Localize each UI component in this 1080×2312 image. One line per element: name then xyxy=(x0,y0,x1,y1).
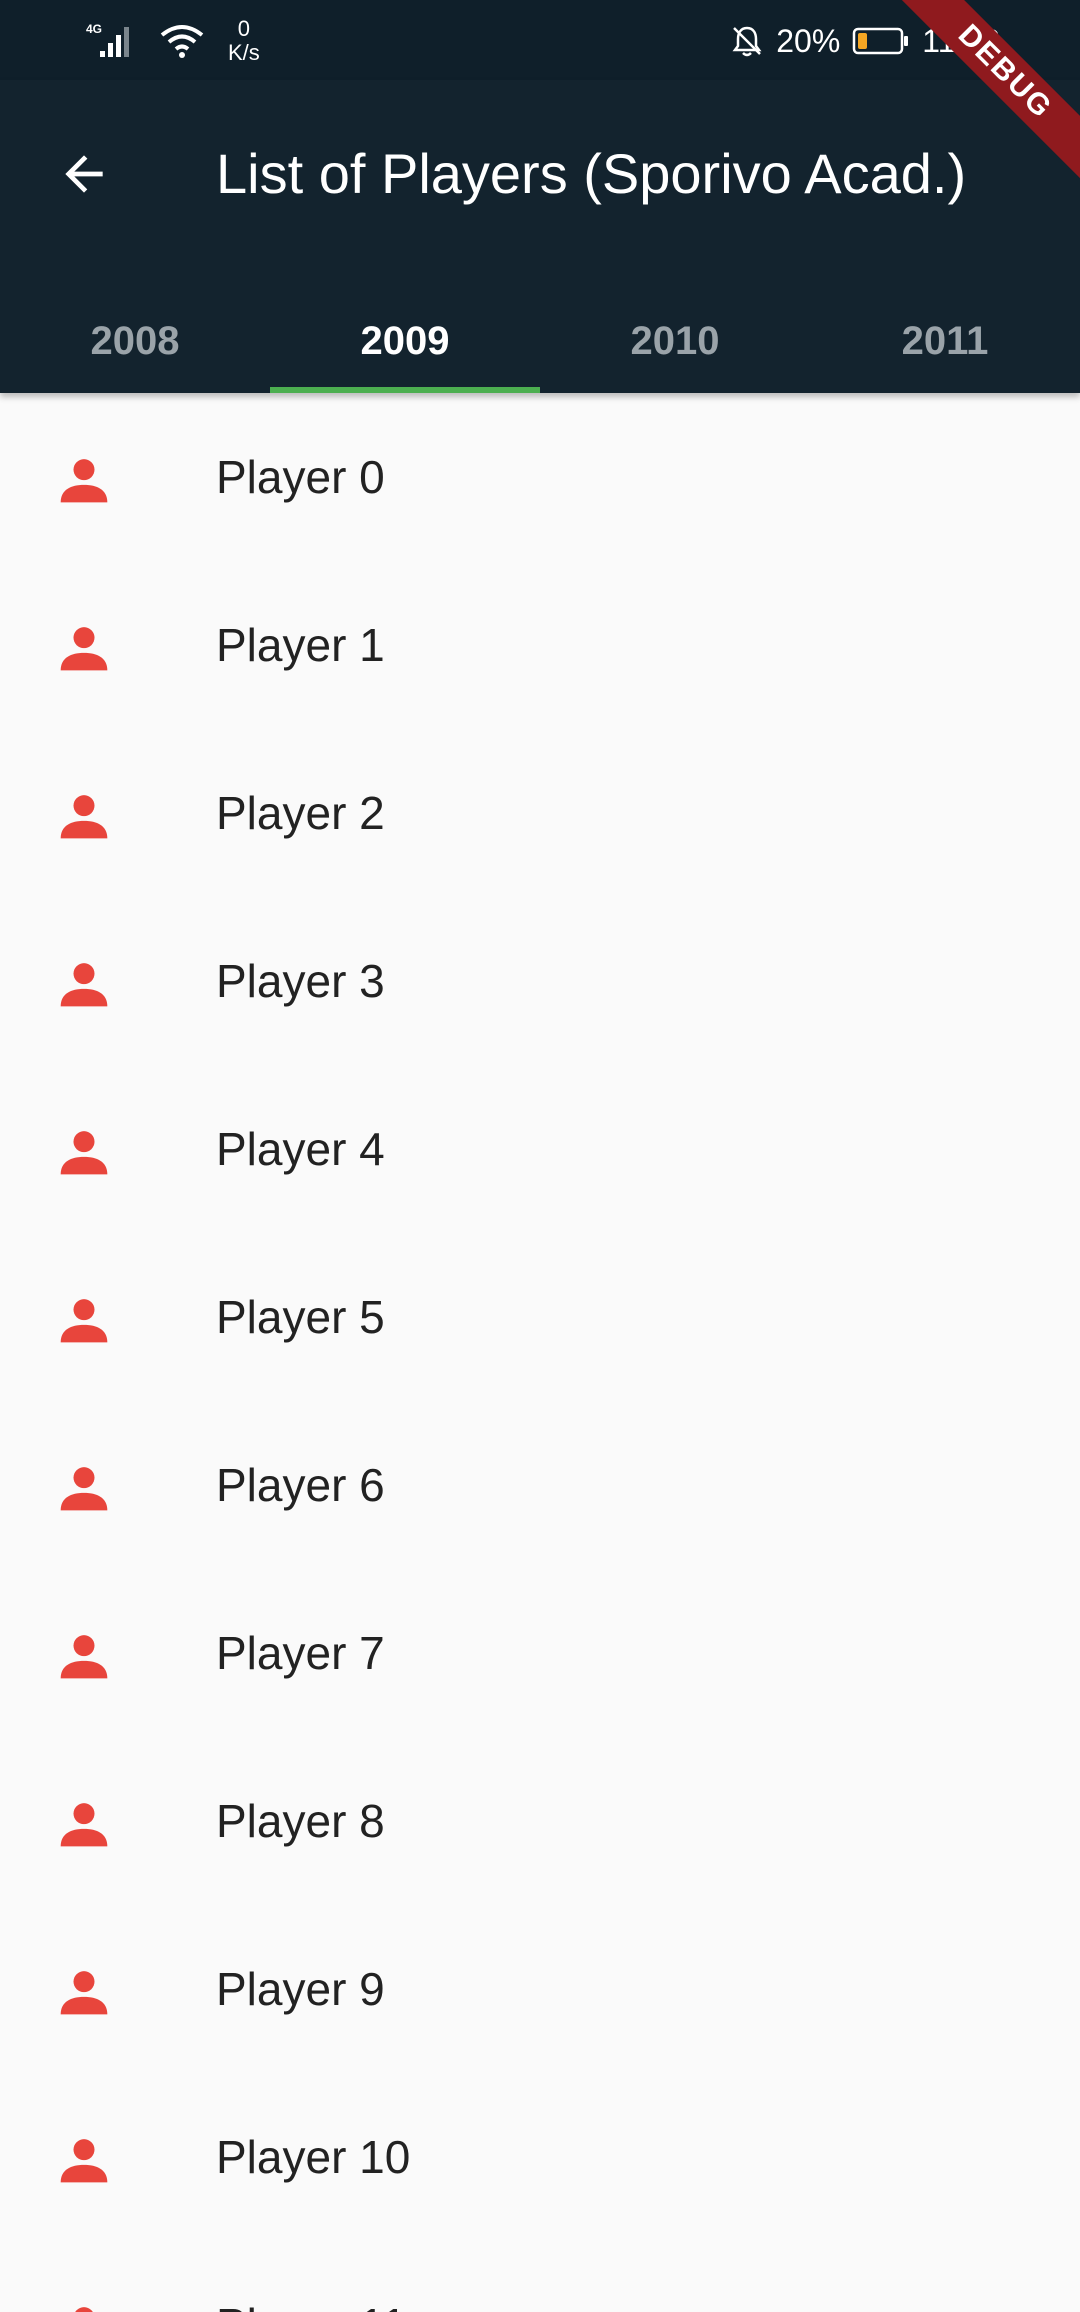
wifi-icon xyxy=(160,25,204,58)
person-icon xyxy=(60,1803,108,1847)
person-icon xyxy=(60,2139,108,2183)
person-icon xyxy=(60,1971,108,2015)
signal-icon: 4G xyxy=(86,22,129,57)
player-name: Player 0 xyxy=(216,451,385,503)
player-name: Player 5 xyxy=(216,1291,385,1343)
battery-icon xyxy=(853,27,909,55)
person-icon xyxy=(60,1131,108,1175)
list-item[interactable]: Player 8 xyxy=(0,1737,1080,1905)
tab-2008[interactable]: 2008 xyxy=(0,290,270,393)
player-name: Player 11 xyxy=(216,2297,407,2312)
year-tab-bar: 2008 2009 2010 2011 xyxy=(0,290,1080,393)
player-name: Player 10 xyxy=(216,2131,411,2183)
player-name: Player 4 xyxy=(216,1123,385,1175)
person-icon xyxy=(60,459,108,503)
list-item[interactable]: Player 7 xyxy=(0,1569,1080,1737)
network-type-label: 4G xyxy=(86,22,102,36)
network-speed: 0 K/s xyxy=(228,17,260,65)
player-name: Player 7 xyxy=(216,1627,385,1679)
list-item[interactable]: Player 2 xyxy=(0,729,1080,897)
tab-label: 2009 xyxy=(360,319,450,363)
tab-label: 2010 xyxy=(630,319,720,363)
list-item[interactable]: Player 5 xyxy=(0,1233,1080,1401)
player-name: Player 1 xyxy=(216,619,385,671)
player-name: Player 8 xyxy=(216,1795,385,1847)
list-item[interactable]: Player 10 xyxy=(0,2073,1080,2241)
network-speed-unit: K/s xyxy=(228,40,260,65)
bell-off-icon xyxy=(732,26,762,57)
tab-label: 2011 xyxy=(901,319,989,363)
list-item[interactable]: Player 9 xyxy=(0,1905,1080,2073)
app-bar: List of Players (Sporivo Acad.) 2008 200… xyxy=(0,80,1080,393)
player-name: Player 2 xyxy=(216,787,385,839)
person-icon xyxy=(60,795,108,839)
tab-2011[interactable]: 2011 xyxy=(810,290,1080,393)
list-item[interactable]: Player 1 xyxy=(0,561,1080,729)
back-button[interactable] xyxy=(40,130,128,218)
tab-label: 2008 xyxy=(90,319,180,363)
person-icon xyxy=(60,627,108,671)
person-icon xyxy=(60,1299,108,1343)
player-list[interactable]: Player 0 Player 1 Player 2 Player 3 Play… xyxy=(0,393,1080,2312)
list-item[interactable]: Player 4 xyxy=(0,1065,1080,1233)
person-icon xyxy=(75,2307,93,2312)
tab-indicator xyxy=(270,387,540,393)
player-name: Player 9 xyxy=(216,1963,385,2015)
tab-2009[interactable]: 2009 xyxy=(270,290,540,393)
battery-percent: 20% xyxy=(776,22,841,59)
list-item[interactable]: Player 0 xyxy=(0,393,1080,561)
network-speed-value: 0 xyxy=(237,16,251,41)
person-icon xyxy=(60,1467,108,1511)
player-name: Player 6 xyxy=(216,1459,385,1511)
player-name: Player 3 xyxy=(216,955,385,1007)
status-bar-left: 4G 0 K/s xyxy=(86,16,260,66)
list-item[interactable]: Player 11 xyxy=(0,2241,1080,2312)
arrow-back-icon xyxy=(65,155,103,193)
person-icon xyxy=(60,1635,108,1679)
person-icon xyxy=(60,963,108,1007)
tab-2010[interactable]: 2010 xyxy=(540,290,810,393)
list-item[interactable]: Player 3 xyxy=(0,897,1080,1065)
list-item[interactable]: Player 6 xyxy=(0,1401,1080,1569)
page-title: List of Players (Sporivo Acad.) xyxy=(216,142,967,205)
